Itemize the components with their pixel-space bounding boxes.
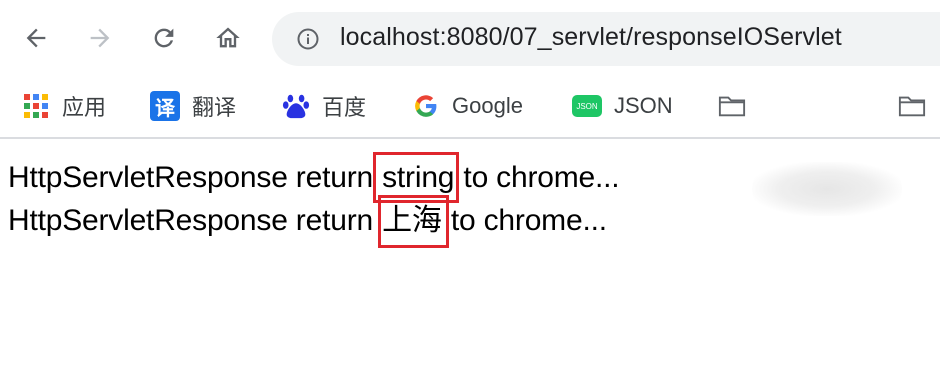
bookmark-label: 应用: [62, 95, 107, 120]
apps-grid-icon: [22, 92, 50, 120]
bookmark-label: JSON: [614, 93, 673, 118]
bookmark-json[interactable]: JSON JSON: [572, 90, 673, 122]
translate-icon: 译: [150, 91, 180, 121]
toolbar-divider: [0, 137, 940, 139]
bookmark-folder[interactable]: [718, 90, 746, 122]
response-line-2: HttpServletResponse return 上海 to chrome.…: [8, 195, 619, 248]
folder-icon: [718, 92, 746, 120]
reload-icon[interactable]: [146, 20, 182, 56]
blurred-bookmark: [752, 162, 902, 216]
bookmarks-bar: 应用 译 翻译 百度 Google JSON JSON: [0, 80, 940, 216]
highlight-shanghai: 上海: [378, 195, 449, 248]
highlight-string: string: [373, 152, 460, 203]
home-icon[interactable]: [210, 20, 246, 56]
bookmark-label: 百度: [322, 95, 367, 120]
bookmark-translate[interactable]: 译 翻译: [150, 90, 236, 122]
bookmark-baidu[interactable]: 百度: [282, 90, 366, 122]
url-text: localhost:8080/07_servlet/responseIOServ…: [340, 23, 842, 51]
bookmark-folder[interactable]: [898, 90, 926, 122]
arrow-left-icon[interactable]: [18, 20, 54, 56]
bookmark-google[interactable]: Google: [412, 90, 523, 122]
folder-icon: [898, 92, 926, 120]
arrow-right-icon[interactable]: [82, 20, 118, 56]
bookmark-label: 翻译: [192, 95, 237, 120]
bookmark-label: Google: [452, 93, 523, 118]
bookmark-apps[interactable]: 应用: [22, 90, 106, 122]
json-icon: JSON: [572, 95, 602, 117]
info-icon[interactable]: [296, 27, 320, 51]
response-line-1: HttpServletResponse return string to chr…: [8, 152, 620, 203]
google-g-icon: [412, 92, 440, 120]
address-bar[interactable]: localhost:8080/07_servlet/responseIOServ…: [272, 12, 940, 66]
baidu-paw-icon: [282, 92, 310, 120]
highlight-box: [378, 195, 449, 248]
page-content: HttpServletResponse return string to chr…: [8, 152, 620, 248]
browser-toolbar: localhost:8080/07_servlet/responseIOServ…: [0, 0, 940, 80]
